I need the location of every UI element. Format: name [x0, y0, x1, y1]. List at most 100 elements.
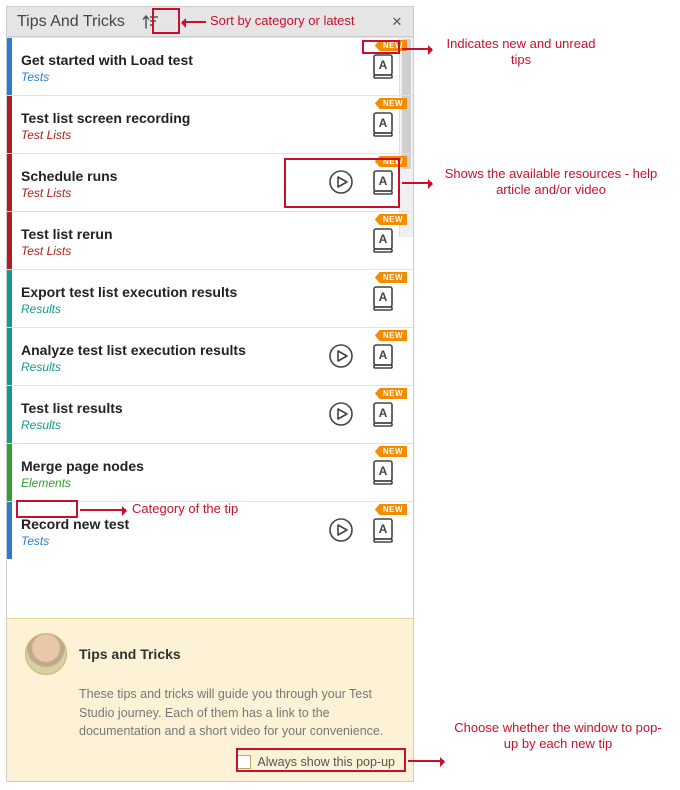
annotation-arrow	[402, 48, 432, 50]
sort-button[interactable]	[139, 10, 163, 34]
footer-title: Tips and Tricks	[79, 646, 181, 662]
category-color-bar	[7, 154, 12, 211]
article-icon: A	[369, 226, 397, 254]
article-link[interactable]: A	[369, 284, 397, 315]
category-color-bar	[7, 328, 12, 385]
tip-resource-icons: A	[369, 458, 405, 489]
category-color-bar	[7, 270, 12, 327]
tip-row[interactable]: Test list rerun Test Lists A NEW	[7, 211, 413, 269]
annotation-arrow	[402, 182, 432, 184]
video-link[interactable]	[327, 516, 355, 547]
tip-row[interactable]: Analyze test list execution results Resul…	[7, 327, 413, 385]
annotation-arrow	[80, 509, 126, 511]
category-color-bar	[7, 386, 12, 443]
tip-title: Test list rerun	[21, 226, 369, 242]
tip-text: Record new testTests	[21, 516, 327, 548]
svg-text:A: A	[379, 116, 388, 130]
footer-body: These tips and tricks will guide you thr…	[79, 685, 395, 741]
annotation-resources: Shows the available resources - help art…	[436, 166, 666, 199]
tip-text: Schedule runs Test Lists	[21, 168, 327, 200]
category-color-bar	[7, 444, 12, 501]
tip-category: Elements	[21, 476, 369, 490]
tip-category: Test Lists	[21, 244, 369, 258]
article-link[interactable]: A	[369, 110, 397, 141]
article-link[interactable]: A	[369, 400, 397, 431]
tip-title: Test list screen recording	[21, 110, 369, 126]
svg-text:A: A	[379, 58, 388, 72]
new-badge: NEW	[375, 272, 407, 283]
tip-title: Record new test	[21, 516, 327, 532]
article-link[interactable]: A	[369, 168, 397, 199]
tip-category: Results	[21, 360, 327, 374]
tip-text: Test list screen recording Test Lists	[21, 110, 369, 142]
article-link[interactable]: A	[369, 342, 397, 373]
tip-title: Get started with Load test	[21, 52, 369, 68]
tip-title: Analyze test list execution results	[21, 342, 327, 358]
tip-row[interactable]: Test list screen recording Test Lists A NEW	[7, 95, 413, 153]
tip-row[interactable]: Test list resultsResultsANEW	[7, 385, 413, 443]
article-link[interactable]: A	[369, 52, 397, 83]
svg-text:A: A	[379, 348, 388, 362]
category-color-bar	[7, 96, 12, 153]
always-show-checkbox[interactable]	[237, 755, 251, 769]
tip-resource-icons: A	[327, 516, 405, 547]
new-badge: NEW	[375, 98, 407, 109]
svg-text:A: A	[379, 522, 388, 536]
tip-text: Test list results Results	[21, 400, 327, 432]
tip-resource-icons: A	[327, 342, 405, 373]
always-show-option[interactable]: Always show this pop-up	[25, 755, 395, 769]
tip-row[interactable]: Merge page nodesElementsANEW	[7, 443, 413, 501]
svg-text:A: A	[379, 174, 388, 188]
svg-text:A: A	[379, 464, 388, 478]
tip-text: Export test list execution resultsResult…	[21, 284, 369, 316]
video-link[interactable]	[327, 168, 355, 199]
tips-panel: Tips And Tricks ✕ Get started with Load …	[6, 6, 414, 782]
tip-text: Merge page nodes Elements	[21, 458, 369, 490]
tip-row[interactable]: Schedule runs Test Lists A NEW	[7, 153, 413, 211]
tip-text: Get started with Load test Tests	[21, 52, 369, 84]
close-button[interactable]: ✕	[387, 12, 407, 32]
tip-resource-icons: A	[327, 168, 405, 199]
category-color-bar	[7, 212, 12, 269]
annotation-popup: Choose whether the window to pop-up by e…	[448, 720, 668, 753]
annotation-new: Indicates new and unread tips	[436, 36, 606, 69]
new-badge: NEW	[375, 330, 407, 341]
tip-text: Analyze test list execution results Resul…	[21, 342, 327, 374]
article-icon: A	[369, 110, 397, 138]
panel-title: Tips And Tricks	[17, 13, 125, 31]
article-icon: A	[369, 284, 397, 312]
tip-title: Schedule runs	[21, 168, 327, 184]
svg-text:A: A	[379, 232, 388, 246]
tip-category: Tests	[21, 70, 369, 84]
new-badge: NEW	[375, 504, 407, 515]
video-link[interactable]	[327, 342, 355, 373]
tip-category: Test Lists	[21, 128, 369, 142]
tip-category: Test Lists	[21, 186, 327, 200]
new-badge: NEW	[375, 214, 407, 225]
video-link[interactable]	[327, 400, 355, 431]
annotation-category: Category of the tip	[132, 501, 238, 517]
tip-row[interactable]: Get started with Load testTestsANEW	[7, 37, 413, 95]
tips-list: Get started with Load testTestsANEWTest …	[7, 37, 413, 618]
sort-icon	[142, 13, 160, 31]
tip-title: Test list results	[21, 400, 327, 416]
video-icon	[327, 400, 355, 428]
video-icon	[327, 168, 355, 196]
svg-text:A: A	[379, 290, 388, 304]
article-icon: A	[369, 458, 397, 486]
tip-category: Results	[21, 418, 327, 432]
article-link[interactable]: A	[369, 226, 397, 257]
always-show-label: Always show this pop-up	[257, 755, 395, 769]
category-color-bar	[7, 38, 12, 95]
annotation-sort: Sort by category or latest	[210, 13, 355, 29]
annotation-arrow	[182, 21, 206, 23]
tip-row[interactable]: Export test list execution resultsResult…	[7, 269, 413, 327]
video-icon	[327, 342, 355, 370]
new-badge: NEW	[375, 156, 407, 167]
tip-resource-icons: A	[369, 110, 405, 141]
article-icon: A	[369, 342, 397, 370]
tip-resource-icons: A	[327, 400, 405, 431]
tip-title: Merge page nodes	[21, 458, 369, 474]
article-link[interactable]: A	[369, 516, 397, 547]
article-link[interactable]: A	[369, 458, 397, 489]
